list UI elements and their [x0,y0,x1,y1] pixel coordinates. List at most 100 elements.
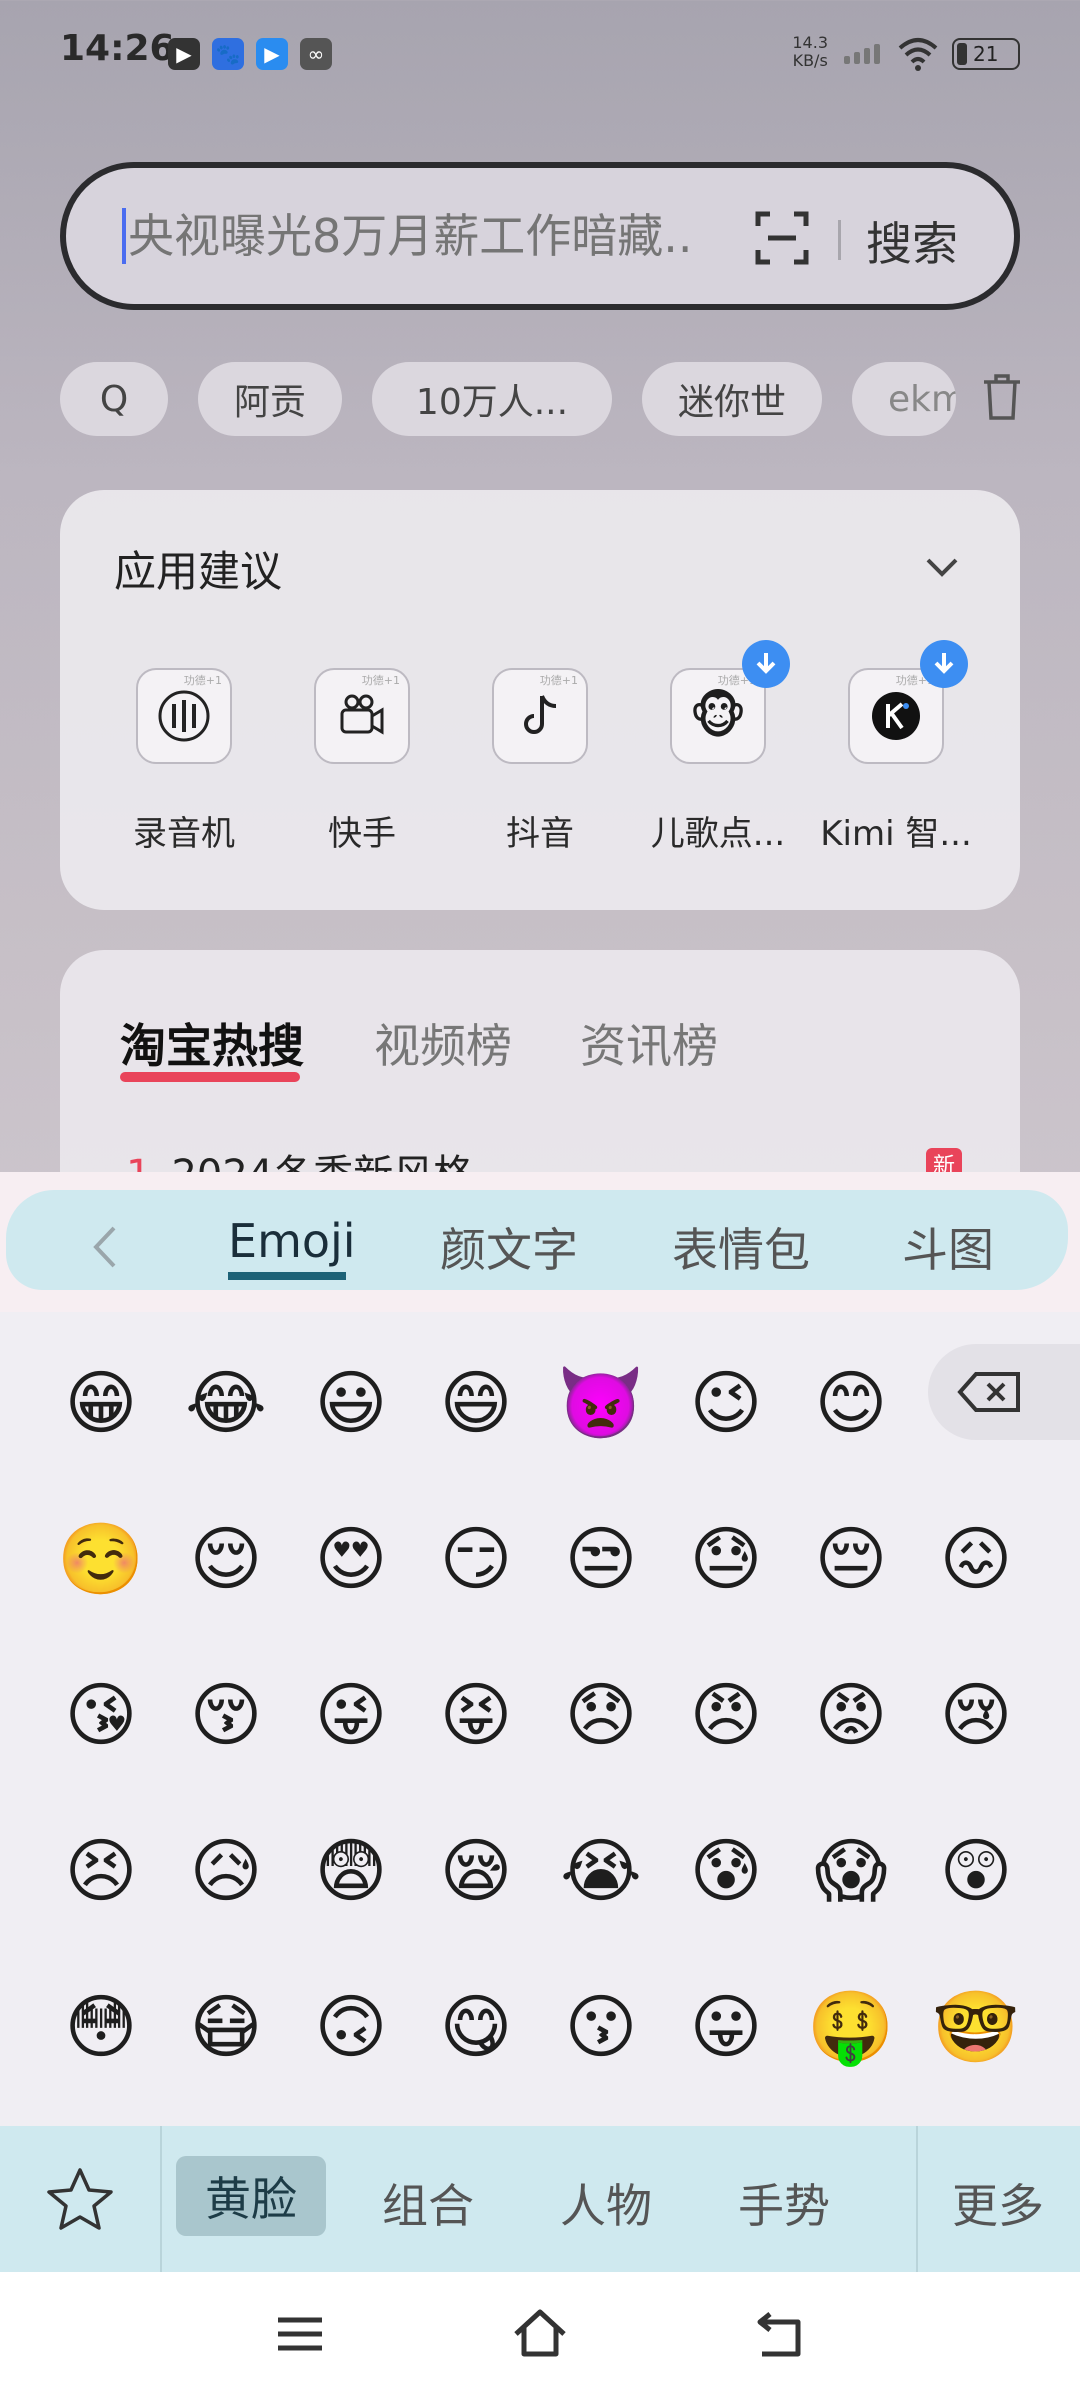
emoji-key[interactable]: 😋 [431,1982,521,2072]
search-bar[interactable]: 搜索 [60,162,1020,310]
emoji-grid: 😁 😂 😃 😄 👿 😉 😊 ☺️ 😌 😍 😏 😒 😓 😔 😖 😘 😚 😜 😝 😞 😠 😡 😢 😣 😥 😨 😪 😭 😰 😱 😲 😳 😷 🙃 😋 😗 😛 🤑 🤓 [0,1172,1080,2126]
download-icon[interactable] [920,640,968,688]
chevron-down-icon[interactable] [922,552,962,582]
emoji-key[interactable]: 😗 [556,1982,646,2072]
emoji-key[interactable]: 😒 [556,1514,646,1604]
history-chip[interactable]: 迷你世 [642,362,822,436]
emoji-key[interactable]: 😛 [681,1982,771,2072]
trash-icon[interactable] [982,374,1022,420]
hot-search-card: 淘宝热搜 视频榜 资讯榜 1 2024冬季新风格 新 [60,950,1020,1180]
emoji-key[interactable]: 😔 [806,1514,896,1604]
scan-icon[interactable] [754,210,810,266]
emoji-key[interactable]: 😡 [806,1670,896,1760]
emoji-key[interactable]: 😘 [56,1670,146,1760]
emoji-key[interactable]: 😄 [431,1358,521,1448]
emoji-key[interactable]: 😰 [681,1826,771,1916]
emoji-key[interactable]: 🤓 [931,1982,1021,2072]
category-gestures[interactable]: 手势 [738,2170,830,2236]
emoji-key[interactable]: 🤑 [806,1982,896,2072]
emoji-key[interactable]: ☺️ [56,1514,146,1604]
kids-songs-icon: 功德+1 🐵 [670,640,790,764]
menu-icon[interactable] [270,2304,330,2364]
app-icon-tag: 功德+1 [539,674,578,687]
status-bar: 14:26 ▶ 🐾 ▶ ∞ 14.3 KB/s 21 [0,0,1080,110]
status-time: 14:26 [60,28,175,69]
net-speed-value: 14.3 [792,33,828,52]
emoji-key[interactable]: 😱 [806,1826,896,1916]
battery-icon: 21 [952,38,1020,70]
emoji-keyboard: Emoji 颜文字 表情包 斗图 😁 😂 😃 😄 👿 😉 😊 ☺️ 😌 😍 😏 😒 😓 😔 😖 😘 😚 😜 😝 😞 😠 😡… [0,1172,1080,2272]
douyin-icon: 功德+1 [492,668,588,764]
tab-video-rank[interactable]: 视频榜 [374,1010,512,1076]
download-icon[interactable] [742,640,790,688]
emoji-key[interactable]: 😳 [56,1982,146,2072]
emoji-key[interactable]: 😉 [681,1358,771,1448]
category-people[interactable]: 人物 [560,2170,652,2236]
emoji-key[interactable]: 🙃 [306,1982,396,2072]
search-button[interactable]: 搜索 [866,208,958,274]
emoji-key[interactable]: 😁 [56,1358,146,1448]
emoji-key[interactable]: 😊 [806,1358,896,1448]
app-icon-tag: 功德+1 [183,674,222,687]
app-item-recorder[interactable]: 功德+1 录音机 [94,668,274,855]
emoji-key[interactable]: 😭 [556,1826,646,1916]
tab-news-rank[interactable]: 资讯榜 [580,1010,718,1076]
emoji-key[interactable]: 😜 [306,1670,396,1760]
navigation-bar [0,2272,1080,2400]
text-caret [122,208,126,264]
play-app-icon: ▶ [256,38,288,70]
app-item-kimi[interactable]: 功德+1 Kimi 智... [806,640,986,855]
history-chip[interactable]: ekm [852,362,956,436]
net-speed-unit: KB/s [792,51,828,70]
emoji-key[interactable]: 😃 [306,1358,396,1448]
emoji-key[interactable]: 😏 [431,1514,521,1604]
history-chip[interactable]: Q [60,362,168,436]
battery-level: 21 [973,42,999,66]
home-icon[interactable] [510,2304,570,2364]
emoji-key[interactable]: 👿 [556,1358,646,1448]
more-categories-button[interactable]: 更多 [916,2126,1080,2272]
favorites-button[interactable] [0,2126,162,2272]
baidu-icon: 🐾 [212,38,244,70]
tab-taobao-hot[interactable]: 淘宝热搜 [120,1010,304,1076]
star-icon [47,2168,113,2230]
emoji-key[interactable]: 😝 [431,1670,521,1760]
back-icon[interactable] [750,2304,810,2364]
emoji-key[interactable]: 😌 [181,1514,271,1604]
emoji-key[interactable]: 😚 [181,1670,271,1760]
emoji-key[interactable]: 😠 [681,1670,771,1760]
emoji-key[interactable]: 😞 [556,1670,646,1760]
emoji-key[interactable]: 😪 [431,1826,521,1916]
link-app-icon: ∞ [300,38,332,70]
history-chip[interactable]: 阿贡 [198,362,342,436]
video-app-icon: ▶ [168,38,200,70]
history-chip[interactable]: 10万人... [372,362,612,436]
app-label: 录音机 [133,814,235,854]
app-label: 儿歌点... [650,814,786,854]
active-tab-underline [120,1072,300,1082]
app-item-kuaishou[interactable]: 功德+1 快手 [272,668,452,855]
emoji-key[interactable]: 😨 [306,1826,396,1916]
app-label: Kimi 智... [820,814,972,854]
app-item-kids-songs[interactable]: 功德+1 🐵 儿歌点... [628,640,808,855]
net-speed: 14.3 KB/s [792,34,828,70]
emoji-key[interactable]: 😍 [306,1514,396,1604]
app-icon-tag: 功德+1 [361,674,400,687]
search-input[interactable] [128,204,688,268]
emoji-category-bar: 黄脸 组合 人物 手势 更多 [0,2126,1080,2272]
emoji-key[interactable]: 😂 [181,1358,271,1448]
emoji-key[interactable]: 😥 [181,1826,271,1916]
emoji-key[interactable]: 😲 [931,1826,1021,1916]
search-divider [838,220,841,260]
emoji-key[interactable]: 😢 [931,1670,1021,1760]
wifi-icon [898,38,938,71]
emoji-key[interactable]: 😖 [931,1514,1021,1604]
emoji-key[interactable]: 😣 [56,1826,146,1916]
emoji-key[interactable]: 😷 [181,1982,271,2072]
category-yellow-face[interactable]: 黄脸 [176,2156,326,2236]
app-item-douyin[interactable]: 功德+1 抖音 [450,668,630,855]
app-label: 快手 [328,814,396,854]
emoji-key[interactable]: 😓 [681,1514,771,1604]
recorder-icon: 功德+1 [136,668,232,764]
category-combo[interactable]: 组合 [382,2170,474,2236]
